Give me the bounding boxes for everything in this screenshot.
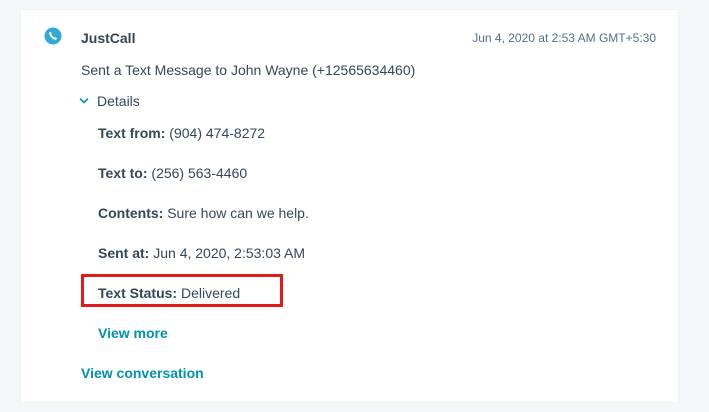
detail-key: Contents: [98, 205, 164, 221]
detail-value: Jun 4, 2020, 2:53:03 AM [149, 245, 306, 261]
view-more-link[interactable]: View more [98, 325, 168, 341]
detail-contents: Contents: Sure how can we help. [98, 205, 309, 221]
detail-value: (904) 474-8272 [165, 125, 266, 141]
detail-key: Text to: [98, 165, 148, 181]
view-conversation-link[interactable]: View conversation [81, 365, 204, 381]
activity-summary: Sent a Text Message to John Wayne (+1256… [81, 62, 416, 78]
detail-text-to: Text to: (256) 563-4460 [98, 165, 247, 181]
justcall-phone-icon [44, 27, 62, 45]
detail-key: Sent at: [98, 245, 150, 261]
detail-sent-at: Sent at: Jun 4, 2020, 2:53:03 AM [98, 245, 305, 261]
detail-key: Text from: [98, 125, 166, 141]
detail-value: Sure how can we help. [163, 205, 309, 221]
detail-text-from: Text from: (904) 474-8272 [98, 125, 265, 141]
highlight-box [81, 274, 283, 307]
details-label: Details [97, 93, 140, 109]
details-toggle[interactable]: Details [79, 93, 140, 109]
detail-value: (256) 563-4460 [147, 165, 248, 181]
activity-card: JustCall Jun 4, 2020 at 2:53 AM GMT+5:30… [21, 10, 678, 402]
activity-timestamp: Jun 4, 2020 at 2:53 AM GMT+5:30 [472, 31, 656, 45]
chevron-down-icon [79, 98, 89, 104]
app-name: JustCall [81, 30, 136, 46]
